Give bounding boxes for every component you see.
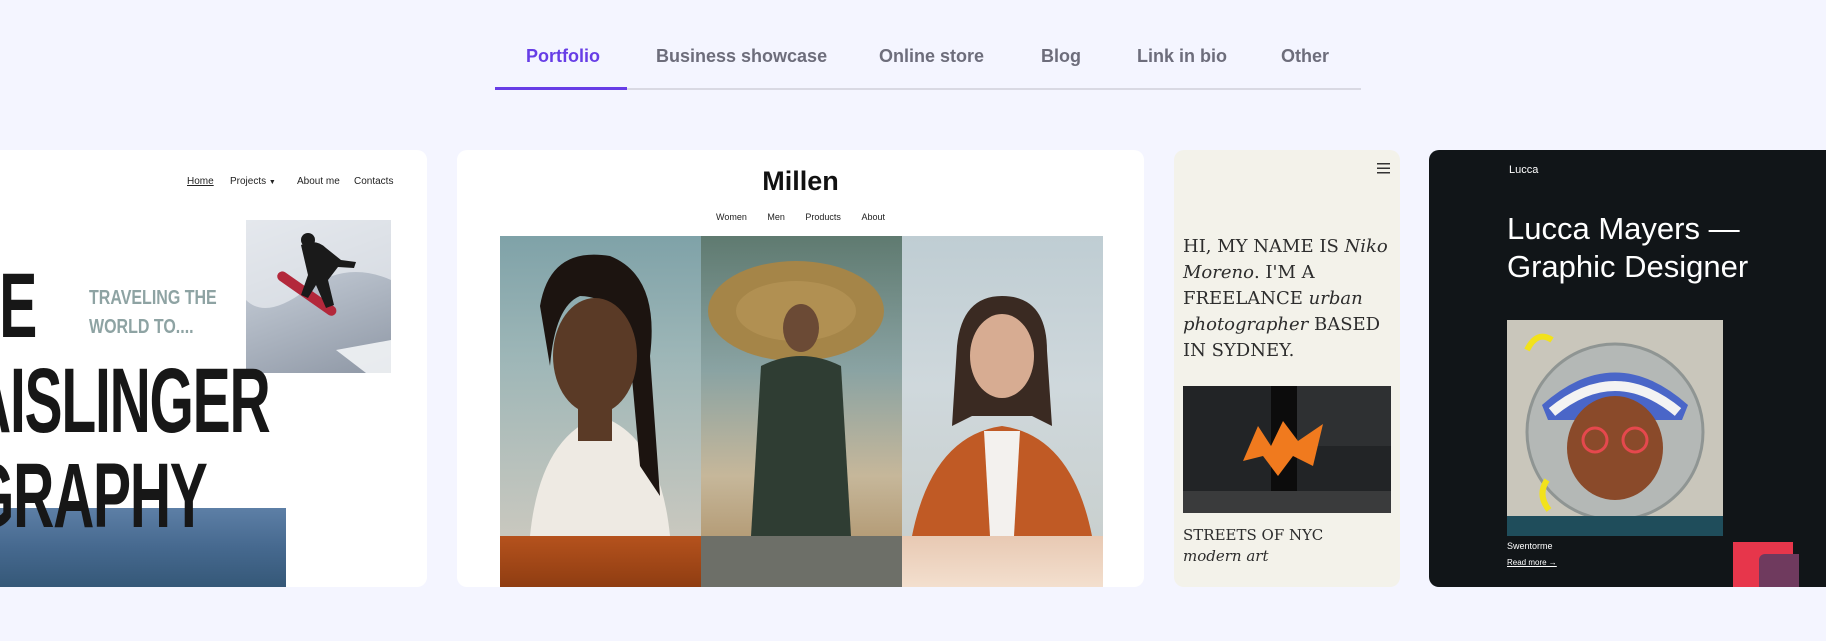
tab-link-in-bio[interactable]: Link in bio [1137,46,1227,67]
product-photo-1 [500,536,701,587]
read-more-link[interactable]: Read more → [1507,558,1557,567]
tab-business-showcase[interactable]: Business showcase [656,46,827,67]
hero-line-2: AISLINGER [0,350,271,452]
template-card-photography[interactable]: Home Projects ▼ About me Contacts IIE TR… [0,150,427,587]
template-card-niko[interactable]: HI, MY NAME IS Niko Moreno. I'M A FREELA… [1174,150,1400,587]
model-photo-1 [500,236,701,536]
illustration-image [1507,320,1723,536]
site-logo: Lucca [1509,164,1539,176]
thumbnail-image-overlay [1759,554,1799,587]
artwork-caption: Swentorme [1507,541,1553,551]
nav-home: Home [187,176,214,187]
menu-products: Products [805,212,841,222]
gallery-caption: STREETS OF NYC modern art [1183,526,1324,565]
tab-portfolio[interactable]: Portfolio [526,46,600,67]
template-category-tabs: Portfolio Business showcase Online store… [495,36,1361,90]
product-photo-3 [902,536,1103,587]
product-photo-2 [701,536,902,587]
model-photo-2 [701,236,902,536]
menu-women: Women [716,212,747,222]
intro-text: HI, MY NAME IS Niko Moreno. I'M A FREELA… [1183,236,1388,361]
hero-line-1: IIE [0,255,37,357]
caret-down-icon: ▼ [268,179,276,186]
hamburger-icon [1377,162,1390,178]
tagline: TRAVELING THE WORLD TO.... [89,287,217,338]
tab-other[interactable]: Other [1281,46,1329,67]
nav-contacts: Contacts [354,176,394,187]
menu-men: Men [767,212,785,222]
store-logo: Millen [762,166,839,196]
tab-online-store[interactable]: Online store [879,46,984,67]
nav-projects: Projects ▼ [230,176,276,187]
model-photo-3 [902,236,1103,536]
active-tab-indicator [495,87,627,90]
nyc-sculpture-image [1183,386,1391,513]
nav-about: About me [297,176,340,187]
store-menu: Women Men Products About [457,212,1144,222]
hero-line-3: GRAPHY [0,445,208,547]
template-card-lucca[interactable]: Lucca Lucca Mayers — Graphic Designer Sw… [1429,150,1826,587]
tab-blog[interactable]: Blog [1041,46,1081,67]
designer-title: Lucca Mayers — Graphic Designer [1507,211,1749,284]
template-card-millen[interactable]: Millen Women Men Products About [457,150,1144,587]
menu-about: About [861,212,885,222]
